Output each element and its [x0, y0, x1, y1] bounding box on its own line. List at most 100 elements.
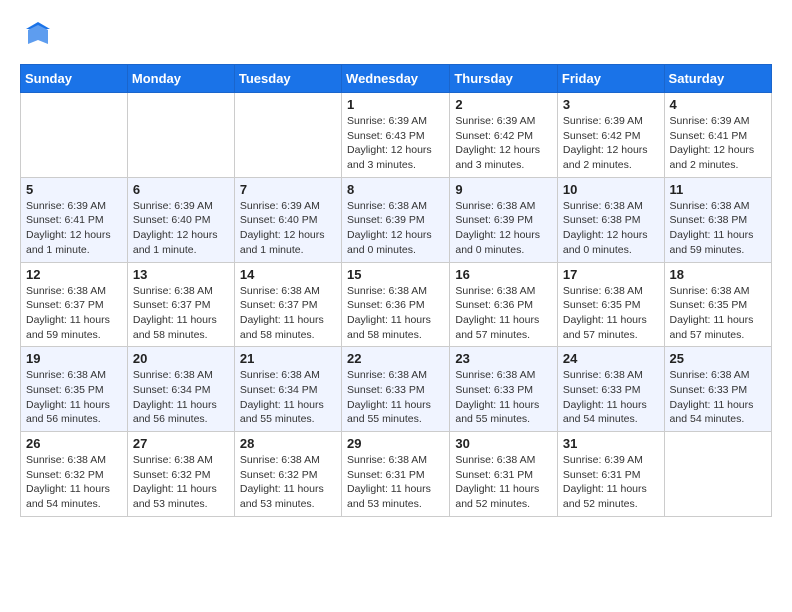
- day-info: Sunrise: 6:38 AM Sunset: 6:35 PM Dayligh…: [26, 368, 122, 427]
- calendar-cell: 16 Sunrise: 6:38 AM Sunset: 6:36 PM Dayl…: [450, 262, 558, 347]
- calendar-cell: 13 Sunrise: 6:38 AM Sunset: 6:37 PM Dayl…: [127, 262, 234, 347]
- day-info: Sunrise: 6:38 AM Sunset: 6:33 PM Dayligh…: [347, 368, 444, 427]
- day-info: Sunrise: 6:38 AM Sunset: 6:32 PM Dayligh…: [133, 453, 229, 512]
- day-number: 14: [240, 267, 336, 282]
- calendar-cell: [21, 93, 128, 178]
- weekday-header: Tuesday: [234, 65, 341, 93]
- day-info: Sunrise: 6:39 AM Sunset: 6:41 PM Dayligh…: [670, 114, 766, 173]
- day-number: 27: [133, 436, 229, 451]
- day-info: Sunrise: 6:38 AM Sunset: 6:33 PM Dayligh…: [455, 368, 552, 427]
- day-info: Sunrise: 6:38 AM Sunset: 6:37 PM Dayligh…: [26, 284, 122, 343]
- weekday-header-row: SundayMondayTuesdayWednesdayThursdayFrid…: [21, 65, 772, 93]
- day-number: 30: [455, 436, 552, 451]
- calendar-cell: 21 Sunrise: 6:38 AM Sunset: 6:34 PM Dayl…: [234, 347, 341, 432]
- day-number: 29: [347, 436, 444, 451]
- day-info: Sunrise: 6:39 AM Sunset: 6:40 PM Dayligh…: [133, 199, 229, 258]
- day-info: Sunrise: 6:38 AM Sunset: 6:33 PM Dayligh…: [563, 368, 659, 427]
- calendar-cell: 28 Sunrise: 6:38 AM Sunset: 6:32 PM Dayl…: [234, 432, 341, 517]
- calendar-cell: 20 Sunrise: 6:38 AM Sunset: 6:34 PM Dayl…: [127, 347, 234, 432]
- day-number: 3: [563, 97, 659, 112]
- calendar-cell: 24 Sunrise: 6:38 AM Sunset: 6:33 PM Dayl…: [557, 347, 664, 432]
- calendar-cell: 3 Sunrise: 6:39 AM Sunset: 6:42 PM Dayli…: [557, 93, 664, 178]
- day-info: Sunrise: 6:38 AM Sunset: 6:33 PM Dayligh…: [670, 368, 766, 427]
- weekday-header: Saturday: [664, 65, 771, 93]
- calendar-cell: 11 Sunrise: 6:38 AM Sunset: 6:38 PM Dayl…: [664, 177, 771, 262]
- day-info: Sunrise: 6:38 AM Sunset: 6:37 PM Dayligh…: [133, 284, 229, 343]
- day-number: 16: [455, 267, 552, 282]
- calendar-week-row: 26 Sunrise: 6:38 AM Sunset: 6:32 PM Dayl…: [21, 432, 772, 517]
- day-info: Sunrise: 6:38 AM Sunset: 6:34 PM Dayligh…: [133, 368, 229, 427]
- weekday-header: Friday: [557, 65, 664, 93]
- calendar-table: SundayMondayTuesdayWednesdayThursdayFrid…: [20, 64, 772, 517]
- calendar-cell: 19 Sunrise: 6:38 AM Sunset: 6:35 PM Dayl…: [21, 347, 128, 432]
- calendar-cell: 9 Sunrise: 6:38 AM Sunset: 6:39 PM Dayli…: [450, 177, 558, 262]
- day-info: Sunrise: 6:38 AM Sunset: 6:39 PM Dayligh…: [455, 199, 552, 258]
- calendar-cell: 23 Sunrise: 6:38 AM Sunset: 6:33 PM Dayl…: [450, 347, 558, 432]
- day-info: Sunrise: 6:38 AM Sunset: 6:36 PM Dayligh…: [347, 284, 444, 343]
- calendar-cell: 4 Sunrise: 6:39 AM Sunset: 6:41 PM Dayli…: [664, 93, 771, 178]
- logo-icon: [24, 20, 52, 48]
- calendar-cell: 22 Sunrise: 6:38 AM Sunset: 6:33 PM Dayl…: [342, 347, 450, 432]
- calendar-week-row: 1 Sunrise: 6:39 AM Sunset: 6:43 PM Dayli…: [21, 93, 772, 178]
- day-number: 23: [455, 351, 552, 366]
- calendar-cell: [664, 432, 771, 517]
- calendar-cell: 30 Sunrise: 6:38 AM Sunset: 6:31 PM Dayl…: [450, 432, 558, 517]
- day-number: 24: [563, 351, 659, 366]
- day-number: 17: [563, 267, 659, 282]
- day-number: 25: [670, 351, 766, 366]
- calendar-cell: 17 Sunrise: 6:38 AM Sunset: 6:35 PM Dayl…: [557, 262, 664, 347]
- day-number: 22: [347, 351, 444, 366]
- day-number: 20: [133, 351, 229, 366]
- day-info: Sunrise: 6:38 AM Sunset: 6:31 PM Dayligh…: [455, 453, 552, 512]
- calendar-cell: 14 Sunrise: 6:38 AM Sunset: 6:37 PM Dayl…: [234, 262, 341, 347]
- day-number: 9: [455, 182, 552, 197]
- calendar-cell: 15 Sunrise: 6:38 AM Sunset: 6:36 PM Dayl…: [342, 262, 450, 347]
- calendar-cell: [127, 93, 234, 178]
- calendar-cell: 2 Sunrise: 6:39 AM Sunset: 6:42 PM Dayli…: [450, 93, 558, 178]
- day-info: Sunrise: 6:38 AM Sunset: 6:39 PM Dayligh…: [347, 199, 444, 258]
- day-info: Sunrise: 6:38 AM Sunset: 6:38 PM Dayligh…: [670, 199, 766, 258]
- calendar-cell: 18 Sunrise: 6:38 AM Sunset: 6:35 PM Dayl…: [664, 262, 771, 347]
- day-number: 1: [347, 97, 444, 112]
- day-number: 4: [670, 97, 766, 112]
- logo: [20, 20, 52, 48]
- page-header: [20, 20, 772, 48]
- day-number: 7: [240, 182, 336, 197]
- day-info: Sunrise: 6:38 AM Sunset: 6:35 PM Dayligh…: [563, 284, 659, 343]
- day-info: Sunrise: 6:38 AM Sunset: 6:37 PM Dayligh…: [240, 284, 336, 343]
- day-info: Sunrise: 6:39 AM Sunset: 6:42 PM Dayligh…: [455, 114, 552, 173]
- day-number: 10: [563, 182, 659, 197]
- day-info: Sunrise: 6:39 AM Sunset: 6:31 PM Dayligh…: [563, 453, 659, 512]
- day-number: 12: [26, 267, 122, 282]
- day-info: Sunrise: 6:38 AM Sunset: 6:35 PM Dayligh…: [670, 284, 766, 343]
- day-number: 13: [133, 267, 229, 282]
- day-info: Sunrise: 6:38 AM Sunset: 6:34 PM Dayligh…: [240, 368, 336, 427]
- day-info: Sunrise: 6:39 AM Sunset: 6:41 PM Dayligh…: [26, 199, 122, 258]
- day-info: Sunrise: 6:38 AM Sunset: 6:32 PM Dayligh…: [26, 453, 122, 512]
- calendar-week-row: 12 Sunrise: 6:38 AM Sunset: 6:37 PM Dayl…: [21, 262, 772, 347]
- calendar-cell: 1 Sunrise: 6:39 AM Sunset: 6:43 PM Dayli…: [342, 93, 450, 178]
- day-number: 6: [133, 182, 229, 197]
- calendar-week-row: 19 Sunrise: 6:38 AM Sunset: 6:35 PM Dayl…: [21, 347, 772, 432]
- day-number: 5: [26, 182, 122, 197]
- day-info: Sunrise: 6:38 AM Sunset: 6:31 PM Dayligh…: [347, 453, 444, 512]
- day-info: Sunrise: 6:39 AM Sunset: 6:42 PM Dayligh…: [563, 114, 659, 173]
- calendar-week-row: 5 Sunrise: 6:39 AM Sunset: 6:41 PM Dayli…: [21, 177, 772, 262]
- calendar-cell: 29 Sunrise: 6:38 AM Sunset: 6:31 PM Dayl…: [342, 432, 450, 517]
- calendar-cell: 8 Sunrise: 6:38 AM Sunset: 6:39 PM Dayli…: [342, 177, 450, 262]
- calendar-cell: 6 Sunrise: 6:39 AM Sunset: 6:40 PM Dayli…: [127, 177, 234, 262]
- calendar-cell: 25 Sunrise: 6:38 AM Sunset: 6:33 PM Dayl…: [664, 347, 771, 432]
- day-number: 21: [240, 351, 336, 366]
- day-info: Sunrise: 6:38 AM Sunset: 6:32 PM Dayligh…: [240, 453, 336, 512]
- day-number: 15: [347, 267, 444, 282]
- day-info: Sunrise: 6:39 AM Sunset: 6:40 PM Dayligh…: [240, 199, 336, 258]
- day-info: Sunrise: 6:38 AM Sunset: 6:38 PM Dayligh…: [563, 199, 659, 258]
- day-number: 18: [670, 267, 766, 282]
- calendar-cell: 27 Sunrise: 6:38 AM Sunset: 6:32 PM Dayl…: [127, 432, 234, 517]
- day-info: Sunrise: 6:38 AM Sunset: 6:36 PM Dayligh…: [455, 284, 552, 343]
- calendar-cell: 12 Sunrise: 6:38 AM Sunset: 6:37 PM Dayl…: [21, 262, 128, 347]
- calendar-cell: 10 Sunrise: 6:38 AM Sunset: 6:38 PM Dayl…: [557, 177, 664, 262]
- day-number: 11: [670, 182, 766, 197]
- day-number: 2: [455, 97, 552, 112]
- day-number: 8: [347, 182, 444, 197]
